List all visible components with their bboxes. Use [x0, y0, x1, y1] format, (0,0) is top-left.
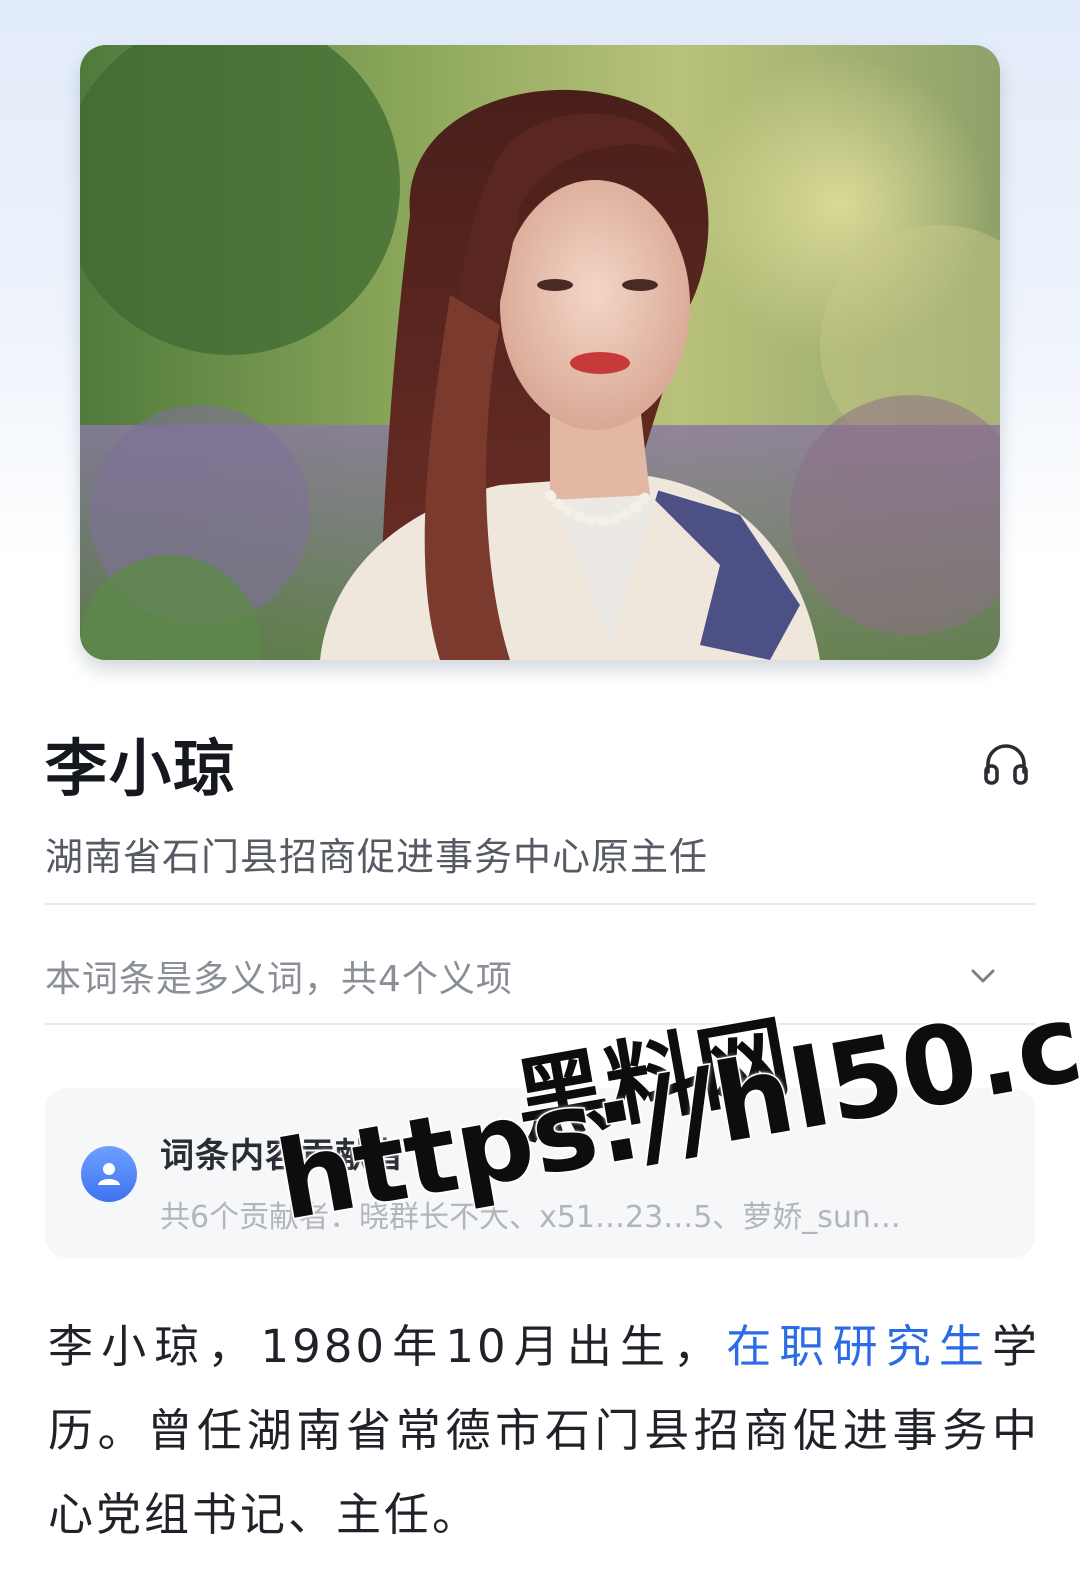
portrait-photo[interactable] — [80, 45, 1000, 660]
education-link[interactable]: 在职研究生 — [726, 1320, 992, 1373]
entry-subtitle: 湖南省石门县招商促进事务中心原主任 — [45, 835, 709, 879]
headphones-icon[interactable] — [978, 736, 1034, 792]
encyclopedia-entry-page: 李小琼 湖南省石门县招商促进事务中心原主任 本词条是多义词，共4个义项 词条内容… — [0, 0, 1080, 1589]
summary-text: 李小琼，1980年10月出生， — [48, 1320, 727, 1373]
portrait-photo-image — [80, 45, 1000, 660]
divider — [45, 903, 1035, 905]
chevron-down-icon — [971, 969, 995, 983]
polysemy-label: 本词条是多义词，共4个义项 — [45, 959, 513, 1000]
user-icon — [81, 1146, 137, 1202]
contributors-list: 共6个贡献者：晓群长不大、x51…23…5、萝娇_sun… — [160, 1200, 901, 1235]
divider — [45, 1023, 1035, 1025]
contributors-title: 词条内容贡献者 — [160, 1136, 405, 1176]
contributors-card[interactable]: 词条内容贡献者 共6个贡献者：晓群长不大、x51…23…5、萝娇_sun… — [45, 1088, 1035, 1258]
polysemy-selector[interactable]: 本词条是多义词，共4个义项 — [45, 920, 1035, 1032]
entry-summary: 李小琼，1980年10月出生，在职研究生学历。曾任湖南省常德市石门县招商促进事务… — [48, 1305, 1040, 1557]
entry-title: 李小琼 — [45, 732, 238, 805]
